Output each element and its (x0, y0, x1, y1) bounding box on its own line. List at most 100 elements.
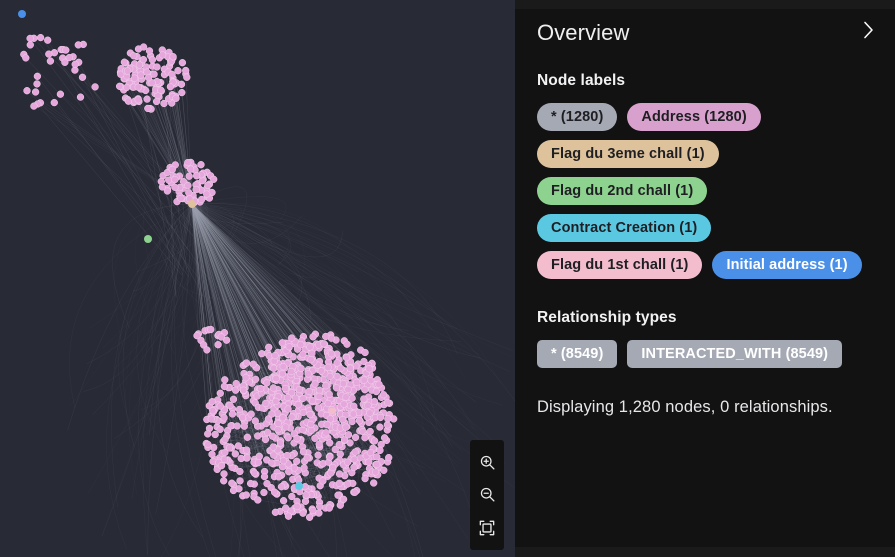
graph-node[interactable] (340, 400, 348, 408)
graph-node[interactable] (229, 486, 238, 495)
graph-node[interactable] (319, 477, 327, 485)
graph-node[interactable] (217, 462, 226, 470)
graph-node[interactable] (250, 469, 259, 477)
graph-node[interactable] (209, 406, 217, 415)
graph-node[interactable] (193, 332, 201, 340)
zoom-out-button[interactable] (472, 480, 502, 510)
graph-node[interactable] (197, 161, 205, 169)
graph-node[interactable] (317, 367, 325, 375)
graph-node[interactable] (279, 363, 287, 371)
graph-node[interactable] (243, 454, 251, 462)
graph-node[interactable] (207, 415, 215, 423)
graph-node[interactable] (198, 177, 207, 185)
flag-2nd-chall-node[interactable] (144, 235, 152, 243)
graph-node[interactable] (342, 353, 351, 362)
graph-node[interactable] (239, 386, 248, 394)
graph-node[interactable] (228, 410, 237, 418)
graph-node[interactable] (229, 395, 238, 403)
graph-node[interactable] (204, 440, 212, 449)
graph-node[interactable] (249, 360, 257, 368)
graph-node[interactable] (366, 427, 374, 436)
graph-node[interactable] (208, 450, 216, 458)
graph-node[interactable] (260, 488, 268, 497)
graph-node[interactable] (350, 455, 358, 464)
graph-node[interactable] (247, 410, 255, 418)
graph-node[interactable] (216, 389, 224, 397)
graph-node[interactable] (361, 474, 369, 483)
initial-address-node[interactable] (18, 10, 26, 18)
graph-node[interactable] (274, 425, 282, 434)
relationship-type-pill-1[interactable]: INTERACTED_WITH (8549) (627, 340, 843, 369)
graph-node[interactable] (210, 175, 218, 183)
graph-node[interactable] (339, 380, 348, 388)
graph-node[interactable] (285, 468, 293, 476)
graph-node[interactable] (227, 422, 235, 430)
graph-node[interactable] (44, 36, 52, 44)
graph-node[interactable] (376, 446, 384, 455)
graph-node[interactable] (301, 497, 310, 505)
graph-node[interactable] (287, 367, 295, 376)
graph-node[interactable] (335, 440, 343, 449)
graph-node[interactable] (157, 177, 165, 186)
graph-node[interactable] (361, 434, 369, 442)
graph-node[interactable] (332, 384, 341, 392)
graph-node[interactable] (30, 102, 38, 110)
graph-node[interactable] (214, 341, 222, 349)
graph-node[interactable] (120, 58, 129, 66)
graph-node[interactable] (309, 506, 317, 515)
graph-node[interactable] (235, 405, 244, 414)
graph-node[interactable] (243, 433, 252, 441)
graph-node[interactable] (305, 513, 314, 521)
graph-node[interactable] (261, 435, 270, 444)
graph-node[interactable] (278, 339, 286, 347)
graph-node[interactable] (324, 363, 332, 371)
graph-node[interactable] (74, 41, 82, 49)
graph-node[interactable] (242, 491, 250, 499)
graph-node[interactable] (186, 165, 195, 173)
graph-node[interactable] (220, 477, 228, 485)
graph-node[interactable] (197, 195, 206, 204)
graph-node[interactable] (366, 448, 375, 457)
graph-node[interactable] (344, 458, 352, 466)
graph-node[interactable] (171, 183, 179, 191)
graph-node[interactable] (165, 176, 173, 184)
graph-node[interactable] (299, 350, 307, 358)
graph-node[interactable] (184, 158, 192, 167)
graph-node[interactable] (62, 46, 70, 54)
graph-node[interactable] (339, 415, 347, 424)
graph-node[interactable] (50, 98, 58, 107)
graph-node[interactable] (315, 386, 324, 394)
graph-node[interactable] (178, 88, 186, 97)
graph-node[interactable] (251, 375, 260, 383)
graph-node[interactable] (284, 434, 292, 442)
graph-node[interactable] (257, 384, 265, 393)
graph-node[interactable] (268, 459, 276, 467)
graph-node[interactable] (288, 334, 296, 342)
graph-node[interactable] (337, 364, 345, 373)
graph-node[interactable] (26, 34, 34, 43)
graph-node[interactable] (216, 425, 224, 433)
graph-node[interactable] (376, 413, 385, 422)
graph-node[interactable] (315, 440, 323, 448)
graph-node[interactable] (240, 422, 248, 430)
graph-node[interactable] (263, 479, 271, 488)
graph-node[interactable] (192, 185, 200, 194)
graph-node[interactable] (152, 97, 161, 106)
graph-node[interactable] (134, 83, 142, 91)
graph-node[interactable] (145, 47, 154, 55)
graph-node[interactable] (275, 473, 283, 481)
graph-node[interactable] (281, 384, 290, 393)
graph-node[interactable] (139, 43, 148, 51)
node-label-pill-6[interactable]: Initial address (1) (712, 251, 862, 280)
graph-node[interactable] (207, 325, 215, 334)
graph-node[interactable] (46, 57, 55, 65)
graph-node[interactable] (204, 181, 212, 190)
graph-node[interactable] (304, 370, 312, 378)
graph-node[interactable] (360, 395, 368, 403)
graph-node[interactable] (221, 435, 229, 444)
graph-node[interactable] (284, 393, 292, 402)
graph-node[interactable] (221, 376, 229, 384)
graph-node[interactable] (158, 51, 167, 59)
graph-node[interactable] (339, 495, 348, 503)
graph-node[interactable] (137, 71, 145, 79)
